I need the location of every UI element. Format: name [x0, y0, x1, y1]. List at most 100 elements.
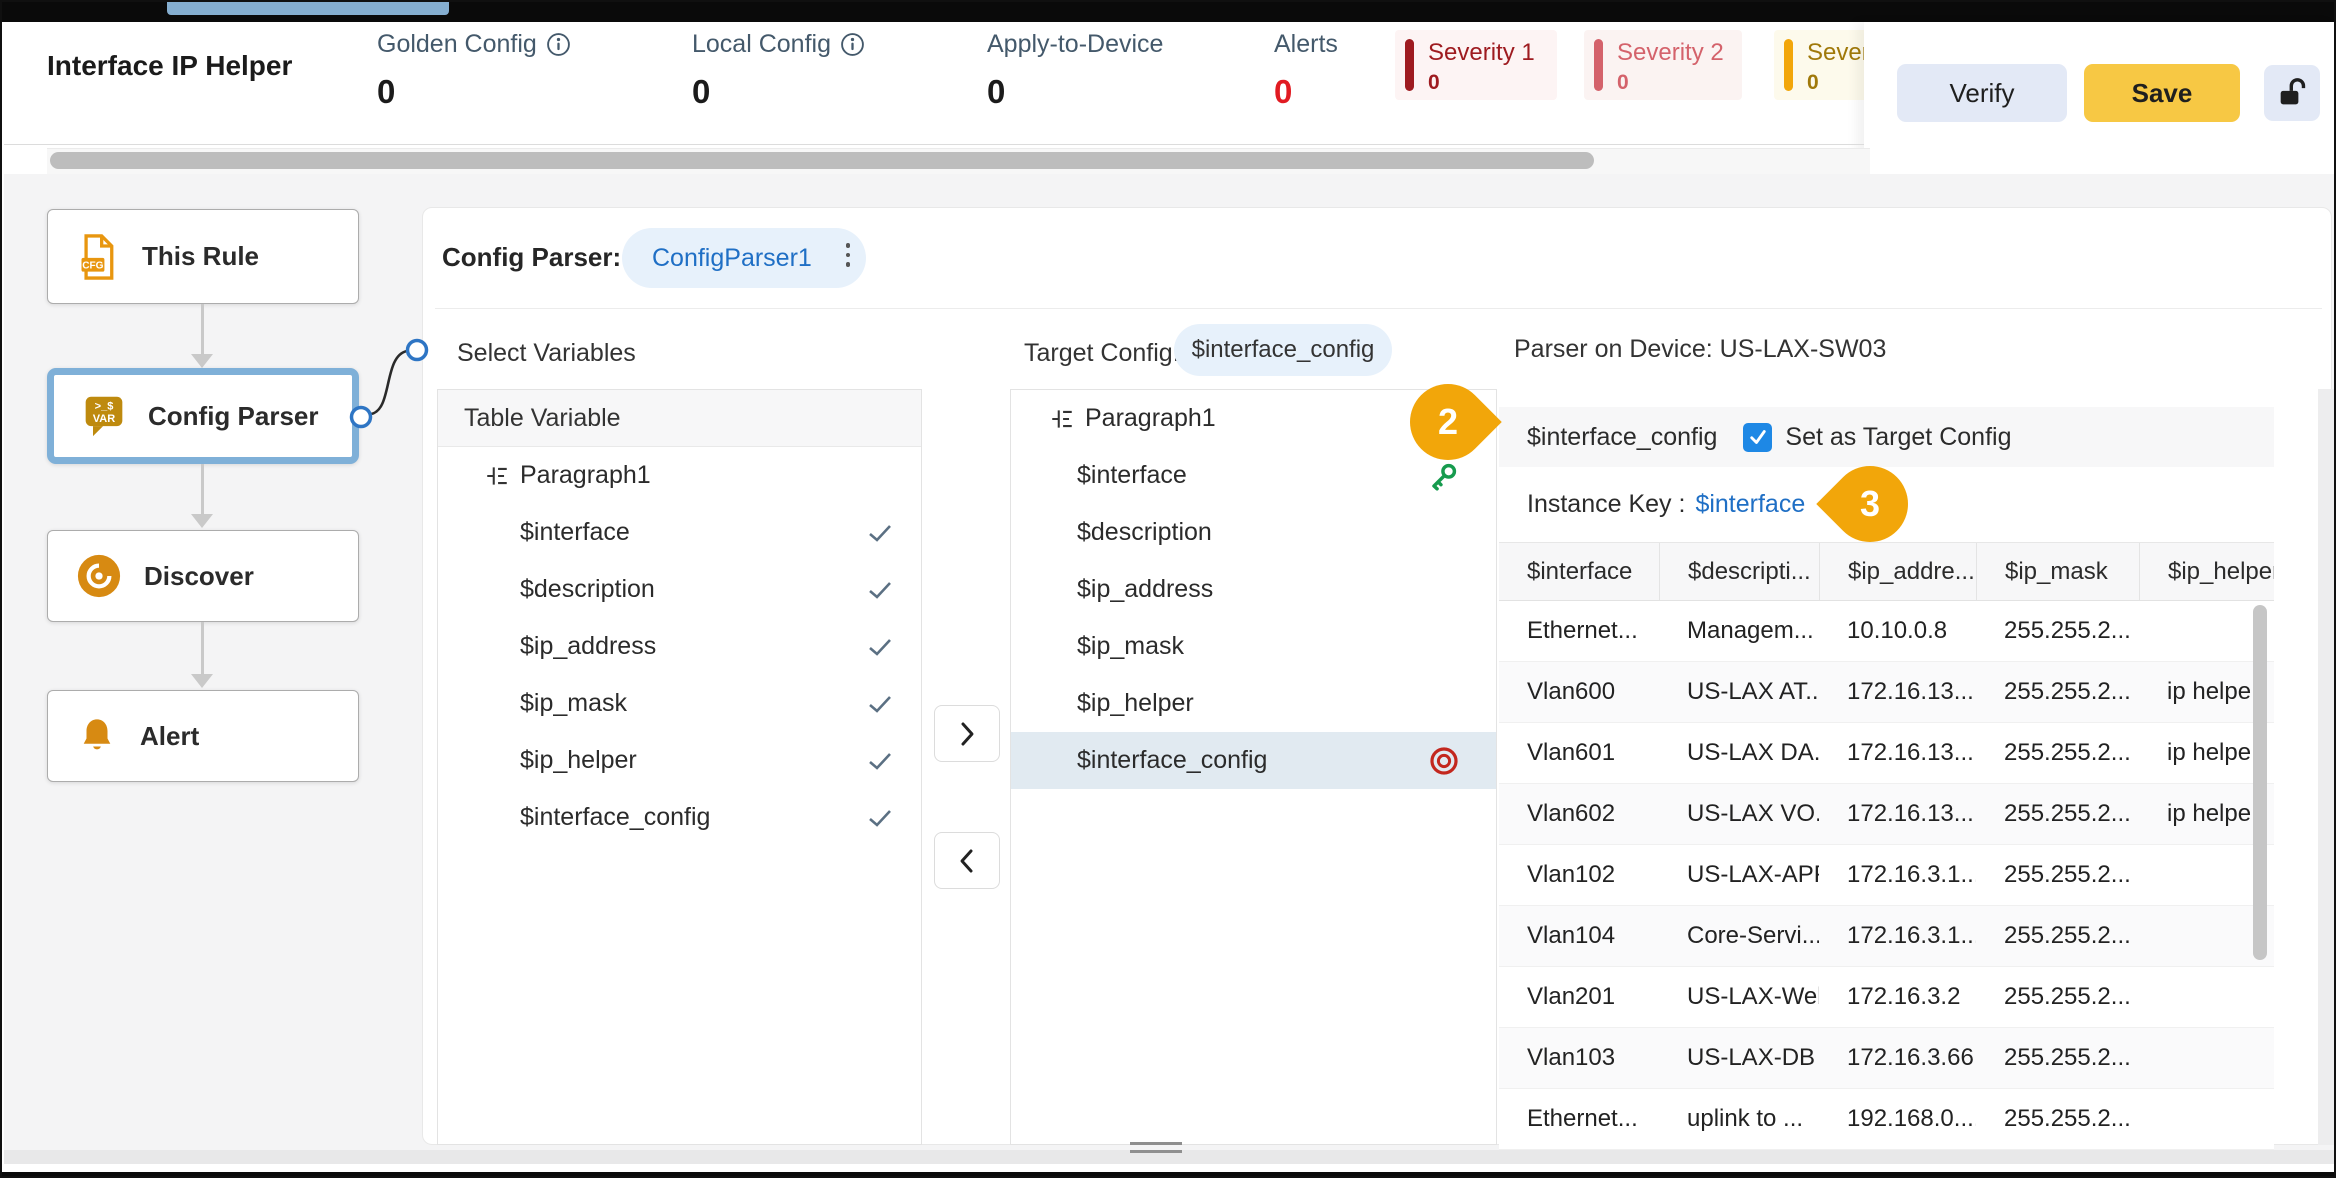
config-parser-name[interactable]: ConfigParser1 [652, 244, 812, 273]
sidebar-item-discover[interactable]: Discover [47, 530, 359, 622]
variable-row-selected[interactable]: $interface_config [1011, 732, 1496, 789]
table-row[interactable]: Vlan104Core-Servi...172.16.3.1...255.255… [1499, 906, 2274, 967]
variable-row[interactable]: $ip_helper [438, 732, 921, 789]
column-header[interactable]: $ip_addre... [1819, 543, 1976, 600]
cell: Vlan602 [1499, 800, 1659, 828]
page-title: Interface IP Helper [47, 50, 292, 82]
table-header-row: $interface $descripti... $ip_addre... $i… [1499, 542, 2274, 601]
variable-label: $ip_address [520, 632, 867, 661]
cell: 172.16.3.2 [1819, 983, 1976, 1011]
resize-handle-icon[interactable] [1130, 1142, 1182, 1145]
sidebar-item-this-rule[interactable]: CFG This Rule [47, 209, 359, 304]
table-row[interactable]: Vlan201US-LAX-Web172.16.3.2255.255.2... [1499, 967, 2274, 1028]
variable-label: $description [520, 575, 867, 604]
variable-label: $interface [1077, 461, 1428, 490]
unlock-icon [2275, 76, 2309, 110]
severity-2-card: Severity 2 0 [1584, 30, 1742, 100]
variable-row[interactable]: $ip_helper [1011, 675, 1496, 732]
variable-row[interactable]: $ip_mask [1011, 618, 1496, 675]
browser-tab-indicator[interactable] [167, 2, 449, 15]
kebab-menu-icon[interactable] [846, 243, 851, 267]
instance-key-icon [1428, 459, 1460, 493]
select-variables-panel: Table Variable Paragraph1 $interface $de… [437, 389, 922, 1145]
resize-handle-icon[interactable] [1130, 1150, 1182, 1153]
cell: 172.16.13... [1819, 800, 1976, 828]
cell: 255.255.2... [1976, 983, 2139, 1011]
variable-row[interactable]: $ip_address [1011, 561, 1496, 618]
move-right-button[interactable] [934, 705, 1000, 762]
var-bubble-icon: >_$VAR [82, 393, 126, 439]
metric-value: 0 [692, 73, 982, 111]
config-parser-chip[interactable]: ConfigParser1 [622, 228, 866, 288]
flow-arrow-head [191, 354, 213, 368]
cell: 192.168.0.... [1819, 1105, 1976, 1133]
metric-label: Alerts [1274, 30, 1338, 59]
table-row[interactable]: Vlan600US-LAX AT...172.16.13...255.255.2… [1499, 662, 2274, 723]
tree-root-row[interactable]: Paragraph1 [438, 447, 921, 504]
cell: 255.255.2... [1976, 678, 2139, 706]
instance-key-label: Instance Key : [1527, 490, 1685, 519]
cell: Managem... [1659, 617, 1819, 645]
cell: Vlan600 [1499, 678, 1659, 706]
save-button[interactable]: Save [2084, 64, 2240, 122]
target-config-chip[interactable]: $interface_config [1174, 324, 1392, 376]
cell: 10.10.0.8 [1819, 617, 1976, 645]
svg-text:VAR: VAR [93, 413, 115, 425]
unlock-button[interactable] [2264, 65, 2320, 121]
variable-row[interactable]: $ip_mask [438, 675, 921, 732]
cell: 172.16.13... [1819, 739, 1976, 767]
variable-row[interactable]: $interface [438, 504, 921, 561]
cell: 255.255.2... [1976, 1105, 2139, 1133]
variable-row[interactable]: $description [438, 561, 921, 618]
set-as-target-checkbox[interactable] [1743, 423, 1772, 452]
move-left-button[interactable] [934, 832, 1000, 889]
variable-label: $interface [520, 518, 867, 547]
flow-connector [327, 327, 437, 437]
table-row[interactable]: Vlan102US-LAX-APP172.16.3.1...255.255.2.… [1499, 845, 2274, 906]
cell: 255.255.2... [1976, 739, 2139, 767]
variable-row[interactable]: $description [1011, 504, 1496, 561]
app-window: Interface IP Helper Golden Config 0 Loca… [0, 0, 2336, 1178]
target-config-panel: Paragraph1 $interface $description $ip_a… [1010, 389, 1497, 1145]
table-row[interactable]: Ethernet...Managem...10.10.0.8255.255.2.… [1499, 601, 2274, 662]
cell: 172.16.13... [1819, 678, 1976, 706]
device-variable: $interface_config [1527, 423, 1717, 452]
callout-number: 2 [1438, 401, 1458, 443]
variable-label: $description [1077, 518, 1496, 547]
variable-row[interactable]: $interface [1011, 447, 1496, 504]
variable-row[interactable]: $interface_config [438, 789, 921, 846]
table-row[interactable]: Ethernet...uplink to ...192.168.0....255… [1499, 1089, 2274, 1150]
discover-target-icon [76, 553, 122, 599]
cell: Vlan601 [1499, 739, 1659, 767]
verify-button[interactable]: Verify [1897, 64, 2067, 122]
cell: Core-Servi... [1659, 922, 1819, 950]
column-header[interactable]: $ip_mask [1976, 543, 2139, 600]
cell: 255.255.2... [1976, 617, 2139, 645]
instance-key-link[interactable]: $interface [1695, 490, 1805, 519]
info-icon[interactable] [840, 32, 865, 57]
sidebar-item-alert[interactable]: Alert [47, 690, 359, 782]
sidebar-item-label: Discover [144, 561, 254, 592]
column-header[interactable]: $ip_helper [2139, 543, 2274, 600]
panel-scrollbar-gutter[interactable] [2318, 389, 2334, 1145]
paragraph-tree-icon [1049, 406, 1075, 432]
variable-row[interactable]: $ip_address [438, 618, 921, 675]
cell: US-LAX-APP [1659, 861, 1819, 889]
column-header[interactable]: $descripti... [1659, 543, 1819, 600]
cell: 172.16.3.1... [1819, 861, 1976, 889]
sidebar-item-config-parser[interactable]: >_$VAR Config Parser [47, 368, 359, 464]
variable-label: $interface_config [520, 803, 867, 832]
cell: 172.16.3.1... [1819, 922, 1976, 950]
metric-value: 0 [377, 73, 667, 111]
info-icon[interactable] [546, 32, 571, 57]
metric-label: Local Config [692, 30, 831, 59]
table-scrollbar-thumb[interactable] [2253, 605, 2267, 960]
table-row[interactable]: Vlan601US-LAX DA...172.16.13...255.255.2… [1499, 723, 2274, 784]
horizontal-scrollbar-thumb[interactable] [50, 152, 1594, 169]
check-icon [867, 523, 893, 543]
table-row[interactable]: Vlan602US-LAX VO...172.16.13...255.255.2… [1499, 784, 2274, 845]
table-row[interactable]: Vlan103US-LAX-DB172.16.3.66255.255.2... [1499, 1028, 2274, 1089]
sidebar-item-label: This Rule [142, 241, 259, 272]
column-header[interactable]: $interface [1499, 543, 1659, 600]
header-divider [4, 144, 1864, 145]
